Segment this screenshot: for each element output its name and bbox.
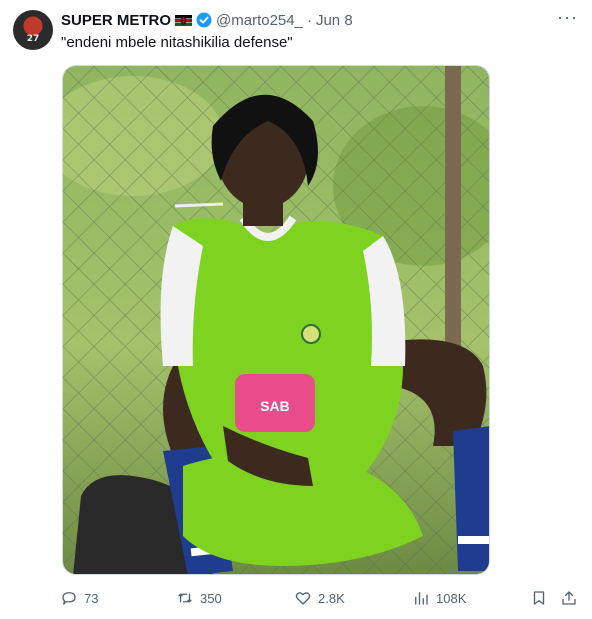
like-icon bbox=[295, 592, 311, 605]
verified-badge-icon[interactable] bbox=[196, 12, 212, 28]
share-button[interactable] bbox=[560, 586, 578, 610]
separator-dot: · bbox=[306, 11, 312, 29]
avatar-number: 27 bbox=[26, 34, 40, 44]
repost-count: 350 bbox=[200, 590, 222, 606]
reply-icon bbox=[62, 592, 76, 605]
share-icon bbox=[562, 591, 576, 605]
views-button[interactable]: 108K bbox=[412, 586, 466, 610]
repost-button[interactable]: 350 bbox=[176, 586, 222, 610]
reply-count: 73 bbox=[84, 590, 99, 606]
post-date[interactable]: Jun 8 bbox=[316, 12, 353, 29]
repost-icon bbox=[178, 593, 192, 603]
jersey-badge-text: SAB bbox=[260, 398, 290, 414]
author-handle[interactable]: @marto254_ bbox=[216, 12, 303, 29]
bookmark-icon bbox=[533, 591, 545, 605]
post-header: SUPER METRO @marto254_ · Jun 8 bbox=[61, 10, 572, 30]
author-name[interactable]: SUPER METRO bbox=[61, 12, 171, 29]
views-count: 108K bbox=[436, 590, 467, 606]
post-image[interactable]: SAB bbox=[62, 65, 490, 575]
views-icon bbox=[415, 592, 428, 605]
post-actions: 73 350 2.8K 108K bbox=[60, 586, 580, 610]
more-icon[interactable]: ··· bbox=[557, 8, 578, 26]
bookmark-button[interactable] bbox=[530, 586, 548, 610]
reply-button[interactable]: 73 bbox=[60, 586, 98, 610]
like-button[interactable]: 2.8K bbox=[294, 586, 345, 610]
like-count: 2.8K bbox=[318, 590, 345, 606]
post-text: "endeni mbele nitashikilia defense" bbox=[61, 34, 293, 51]
kenya-flag-icon bbox=[175, 14, 193, 26]
author-avatar[interactable]: 27 bbox=[13, 10, 53, 50]
